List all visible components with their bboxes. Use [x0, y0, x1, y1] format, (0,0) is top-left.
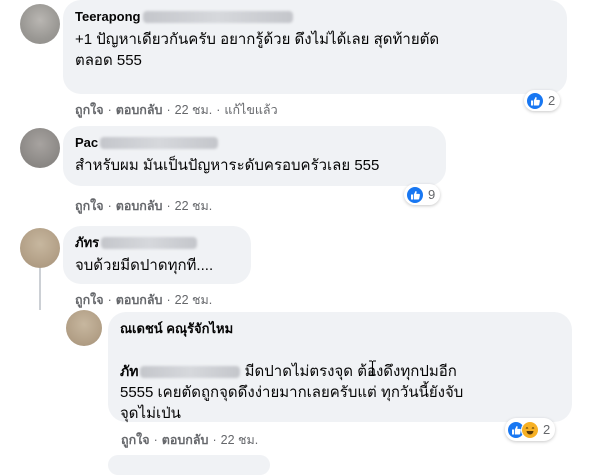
comment-text: จบด้วยมีดปาดทุกที....	[75, 257, 214, 274]
laughing-face-icon	[521, 420, 539, 439]
comment-text: +1 ปัญหาเดียวกันครับ อยากรู้ด้วย ดึงไม่ไ…	[75, 31, 440, 69]
redacted-name	[100, 136, 219, 149]
separator: ·	[166, 293, 171, 307]
author-name[interactable]: ภัทร	[75, 234, 99, 251]
comment-text: สำหรับผม มันเป็นปัญหาระดับครอบครัวเลย 55…	[75, 157, 380, 174]
text-cursor-icon	[369, 360, 376, 376]
redacted-name	[142, 10, 293, 23]
reaction-summary[interactable]: 2	[524, 90, 561, 111]
like-link[interactable]: ถูกใจ	[121, 433, 150, 447]
separator: ·	[107, 199, 112, 213]
reply-link[interactable]: ตอบกลับ	[116, 293, 163, 307]
comment-bubble: Teerapong +1 ปัญหาเดียวกันครับ อยากรู้ด้…	[63, 0, 567, 94]
reaction-count: 2	[548, 93, 556, 108]
separator: ·	[216, 103, 221, 117]
comment-author[interactable]: ภัทร	[75, 234, 239, 252]
redacted-name	[101, 236, 198, 249]
comment-bubble: ภัทร จบด้วยมีดปาดทุกที....	[63, 226, 251, 284]
like-link[interactable]: ถูกใจ	[75, 103, 104, 117]
comment-bubble-partial	[108, 455, 270, 475]
avatar[interactable]	[20, 128, 60, 168]
thread-line	[39, 268, 41, 310]
separator: ·	[153, 433, 158, 447]
separator: ·	[166, 199, 171, 213]
reaction-count: 2	[543, 422, 551, 437]
timestamp[interactable]: 22 ชม.	[175, 103, 213, 117]
timestamp[interactable]: 22 ชม.	[221, 433, 259, 447]
comment-bubble: ณเดชน์ คณุรัจักไหม ภัท มีดปาดไม่ตรงจุด ต…	[108, 312, 572, 422]
avatar[interactable]	[20, 4, 60, 44]
comment-text-line1: มีดปาดไม่ตรงจุด ต้องดึงทุกปมอีก	[244, 363, 457, 380]
reply-link[interactable]: ตอบกลับ	[116, 103, 163, 117]
timestamp[interactable]: 22 ชม.	[175, 293, 213, 307]
avatar[interactable]	[20, 228, 60, 268]
redacted-name	[140, 366, 241, 379]
timestamp[interactable]: 22 ชม.	[175, 199, 213, 213]
mention-tag[interactable]: ภัท	[120, 363, 138, 379]
like-link[interactable]: ถูกใจ	[75, 199, 104, 213]
author-name[interactable]: Pac	[75, 134, 98, 151]
thumbs-up-icon	[406, 185, 424, 204]
comment-text-rest: 5555 เคยตัดถูกจุดดึงง่ายมากเลยครับแต่ ทุ…	[120, 384, 464, 422]
reply-link[interactable]: ตอบกลับ	[116, 199, 163, 213]
reaction-count: 9	[428, 187, 436, 202]
comment-bubble: Pac สำหรับผม มันเป็นปัญหาระดับครอบครัวเล…	[63, 126, 446, 186]
like-link[interactable]: ถูกใจ	[75, 293, 104, 307]
separator: ·	[107, 103, 112, 117]
comment-text: ภัท มีดปาดไม่ตรงจุด ต้องดึงทุกปมอีก 5555…	[120, 340, 560, 445]
separator: ·	[166, 103, 171, 117]
reaction-summary[interactable]: 9	[404, 184, 441, 205]
reaction-summary[interactable]: 2	[505, 418, 556, 441]
author-name[interactable]: ณเดชน์ คณุรัจักไหม	[120, 320, 233, 337]
edited-label[interactable]: แก้ไขแล้ว	[224, 103, 277, 117]
comment-actions: ถูกใจ · ตอบกลับ · 22 ชม.	[75, 198, 212, 214]
author-name[interactable]: Teerapong	[75, 8, 141, 25]
reply-link[interactable]: ตอบกลับ	[162, 433, 209, 447]
comment-actions: ถูกใจ · ตอบกลับ · 22 ชม.	[75, 292, 212, 308]
separator: ·	[212, 433, 217, 447]
separator: ·	[107, 293, 112, 307]
thumbs-up-icon	[526, 91, 544, 110]
avatar[interactable]	[66, 310, 102, 346]
comment-actions: ถูกใจ · ตอบกลับ · 22 ชม. · แก้ไขแล้ว	[75, 102, 278, 118]
comment-author[interactable]: Pac	[75, 134, 434, 152]
comment-actions: ถูกใจ · ตอบกลับ · 22 ชม.	[121, 432, 258, 448]
comment-author[interactable]: Teerapong	[75, 8, 555, 26]
